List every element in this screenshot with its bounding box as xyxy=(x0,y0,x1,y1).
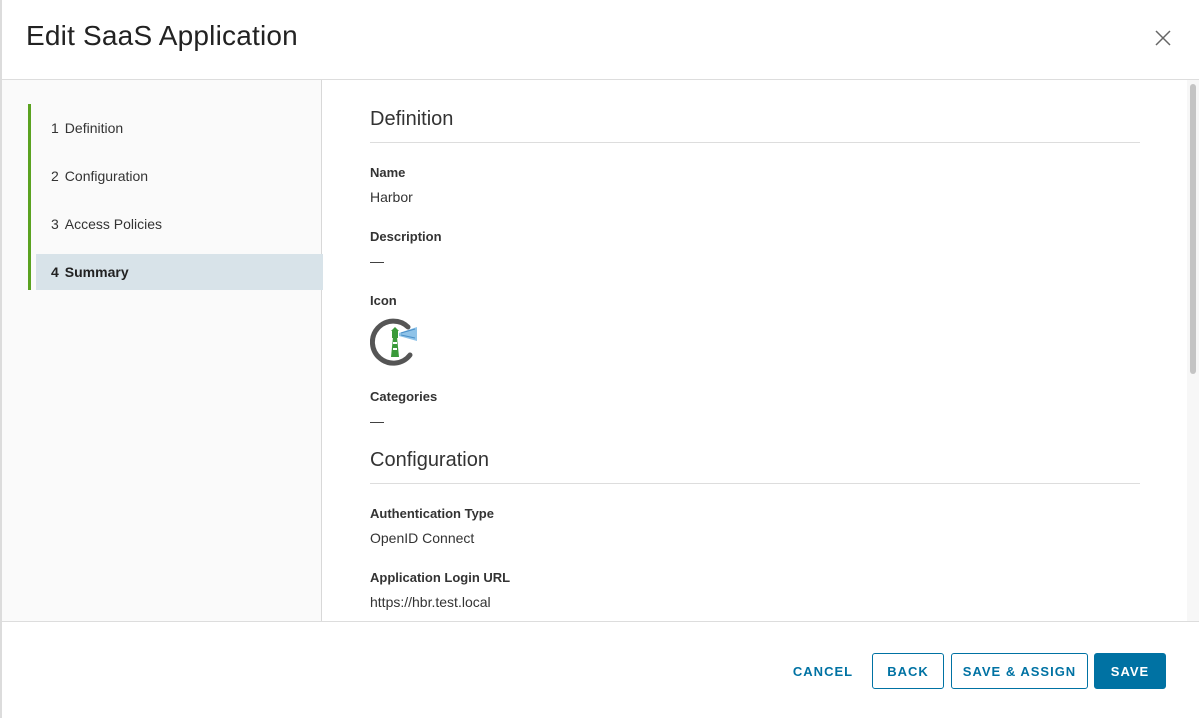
name-label: Name xyxy=(370,165,406,180)
auth-type-field: Authentication Type OpenID Connect xyxy=(370,506,1140,548)
step-configuration[interactable]: 2 Configuration xyxy=(31,152,323,200)
description-value: — xyxy=(370,253,384,269)
summary-content: Definition Name Harbor Description — Ico… xyxy=(323,80,1199,621)
close-button[interactable] xyxy=(1151,26,1175,50)
categories-field: Categories — xyxy=(370,389,1140,431)
back-button[interactable]: BACK xyxy=(872,653,944,689)
scrollbar-thumb[interactable] xyxy=(1190,84,1196,374)
login-url-field: Application Login URL https://hbr.test.l… xyxy=(370,570,1140,612)
step-number: 3 xyxy=(51,216,59,232)
icon-field: Icon xyxy=(369,293,1140,367)
step-summary[interactable]: 4 Summary xyxy=(36,254,323,290)
login-url-value: https://hbr.test.local xyxy=(370,594,491,610)
auth-type-label: Authentication Type xyxy=(370,506,494,521)
categories-value: — xyxy=(370,413,384,429)
configuration-section-title: Configuration xyxy=(370,431,1140,484)
description-field: Description — xyxy=(370,229,1140,271)
definition-section-title: Definition xyxy=(370,80,1140,143)
modal-title: Edit SaaS Application xyxy=(26,20,298,51)
name-value: Harbor xyxy=(370,189,413,205)
save-and-assign-button[interactable]: SAVE & ASSIGN xyxy=(951,653,1088,689)
step-label: Access Policies xyxy=(64,216,163,232)
summary-scroll-area: Definition Name Harbor Description — Ico… xyxy=(369,80,1140,612)
step-number: 2 xyxy=(51,168,59,184)
wizard-step-nav: 1 Definition 2 Configuration 3 Access Po… xyxy=(2,80,323,621)
modal-header: Edit SaaS Application xyxy=(2,0,1199,80)
scrollbar[interactable] xyxy=(1187,80,1199,621)
cancel-button[interactable]: CANCEL xyxy=(783,653,863,689)
login-url-label: Application Login URL xyxy=(370,570,511,585)
step-label: Configuration xyxy=(64,168,149,184)
step-access-policies[interactable]: 3 Access Policies xyxy=(31,200,323,248)
name-field: Name Harbor xyxy=(370,165,1140,207)
step-number: 1 xyxy=(51,120,59,136)
edit-saas-modal: Edit SaaS Application 1 Definition 2 Con… xyxy=(0,0,1199,718)
description-label: Description xyxy=(370,229,442,244)
auth-type-value: OpenID Connect xyxy=(370,530,475,546)
modal-footer: CANCEL BACK SAVE & ASSIGN SAVE xyxy=(2,621,1199,718)
categories-label: Categories xyxy=(370,389,438,404)
step-number: 4 xyxy=(51,264,59,280)
close-icon xyxy=(1155,30,1171,46)
save-button[interactable]: SAVE xyxy=(1094,653,1166,689)
step-label: Summary xyxy=(64,264,129,280)
step-list: 1 Definition 2 Configuration 3 Access Po… xyxy=(28,104,323,290)
app-icon xyxy=(369,317,420,367)
step-definition[interactable]: 1 Definition xyxy=(31,104,323,152)
harbor-logo-icon xyxy=(369,318,417,366)
icon-label: Icon xyxy=(370,293,397,308)
modal-body: 1 Definition 2 Configuration 3 Access Po… xyxy=(2,80,1199,621)
step-label: Definition xyxy=(64,120,124,136)
